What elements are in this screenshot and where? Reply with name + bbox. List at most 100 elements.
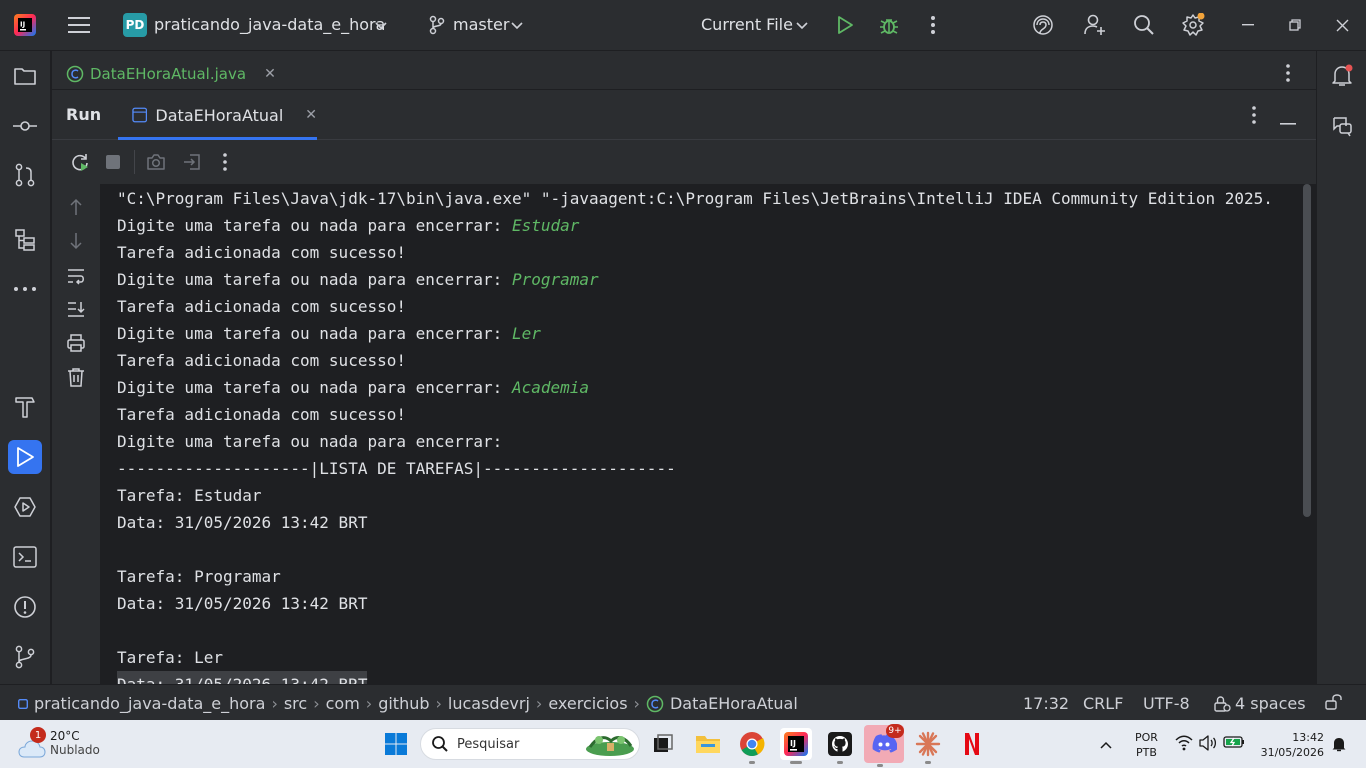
run-panel-more-icon[interactable] [1252, 106, 1256, 128]
read-only-lock-icon[interactable] [1325, 694, 1343, 714]
chevron-down-icon[interactable] [373, 14, 389, 38]
console-output-text: Tarefa adicionada com sucesso! [117, 405, 406, 424]
services-icon[interactable] [8, 490, 42, 524]
file-encoding[interactable]: UTF-8 [1143, 694, 1190, 713]
ai-assistant-icon[interactable] [1031, 13, 1055, 37]
breadcrumb-item[interactable]: exercicios [548, 694, 627, 713]
breadcrumb-item[interactable]: DataEHoraAtual [670, 694, 798, 713]
run-config-selector[interactable]: Current File [701, 15, 793, 34]
exit-icon[interactable] [180, 150, 204, 174]
notifications-bell-icon[interactable] [1327, 61, 1357, 91]
more-options-icon[interactable] [921, 13, 945, 37]
project-folder-icon[interactable] [8, 59, 42, 93]
soft-wrap-icon[interactable] [64, 264, 88, 288]
breadcrumb-item[interactable]: lucasdevrj [448, 694, 530, 713]
weather-text[interactable]: 20°C Nublado [50, 729, 100, 757]
settings-gear-icon[interactable] [1181, 13, 1205, 37]
breadcrumb-item[interactable]: praticando_java-data_e_hora [34, 694, 265, 713]
volume-icon[interactable] [1199, 735, 1217, 755]
battery-charging-icon[interactable] [1223, 735, 1245, 753]
console-line: Digite uma tarefa ou nada para encerrar:… [117, 212, 579, 239]
project-badge[interactable]: PD [123, 13, 147, 37]
wifi-icon[interactable] [1175, 735, 1193, 755]
restore-icon[interactable] [1283, 13, 1307, 37]
chrome-icon[interactable] [736, 728, 768, 764]
console-line: Tarefa adicionada com sucesso! [117, 401, 406, 428]
console-output-text: Data: 31/05/2026 13:42 BRT [117, 513, 368, 532]
console-line: Tarefa adicionada com sucesso! [117, 347, 406, 374]
claude-icon[interactable] [912, 728, 944, 764]
svg-text:IJ: IJ [790, 739, 796, 748]
console-output[interactable]: "C:\Program Files\Java\jdk-17\bin\java.e… [100, 184, 1316, 684]
breadcrumb-item[interactable]: github [378, 694, 429, 713]
close-tab-icon[interactable]: ✕ [264, 66, 276, 82]
file-explorer-icon[interactable] [692, 728, 724, 760]
clock[interactable]: 13:42 31/05/2026 [1258, 730, 1324, 760]
weather-widget[interactable]: 1 [16, 727, 46, 759]
chevron-down-icon[interactable] [509, 14, 525, 38]
hide-panel-icon[interactable] [1280, 114, 1296, 129]
clock-date: 31/05/2026 [1260, 746, 1324, 759]
chevron-down-icon[interactable] [794, 14, 810, 38]
discord-badge: 9+ [886, 724, 904, 738]
breadcrumb-separator-icon: › [271, 694, 278, 713]
version-control-icon[interactable] [8, 640, 42, 674]
search-placeholder: Pesquisar [457, 736, 520, 752]
project-name[interactable]: praticando_java-data_e_hora [154, 15, 385, 34]
run-toolbar-more-icon[interactable] [213, 150, 237, 174]
svg-text:IJ: IJ [20, 21, 25, 29]
scroll-to-end-icon[interactable] [64, 297, 88, 321]
camera-icon[interactable] [144, 150, 168, 174]
windows-start-icon[interactable] [380, 728, 412, 760]
build-hammer-icon[interactable] [8, 390, 42, 424]
run-icon[interactable] [833, 13, 857, 37]
run-tool-icon[interactable] [8, 440, 42, 474]
clock-time: 13:42 [1292, 731, 1324, 744]
discord-icon[interactable]: 9+ [864, 724, 904, 767]
print-icon[interactable] [64, 331, 88, 355]
clear-trash-icon[interactable] [64, 365, 88, 389]
commit-icon[interactable] [8, 109, 42, 143]
structure-icon[interactable] [8, 223, 42, 257]
scroll-down-icon[interactable] [64, 229, 88, 253]
line-ending[interactable]: CRLF [1083, 694, 1123, 713]
close-icon[interactable] [1330, 13, 1354, 37]
console-output-text: Tarefa adicionada com sucesso! [117, 243, 406, 262]
more-tools-icon[interactable] [8, 272, 42, 306]
show-hidden-icons-icon[interactable] [1100, 738, 1112, 753]
debug-icon[interactable] [877, 13, 901, 37]
github-desktop-icon[interactable] [824, 728, 856, 764]
breadcrumb-item[interactable]: src [284, 694, 307, 713]
run-tab-dataehoraatual[interactable]: DataEHoraAtual ✕ [118, 90, 317, 140]
pull-requests-icon[interactable] [8, 158, 42, 192]
search-icon[interactable] [1132, 13, 1156, 37]
minimize-icon[interactable] [1236, 13, 1260, 37]
caret-position[interactable]: 17:32 [1023, 694, 1069, 713]
branch-name[interactable]: master [453, 15, 509, 34]
problems-icon[interactable] [8, 590, 42, 624]
ai-chat-icon[interactable] [1327, 111, 1357, 141]
netflix-icon[interactable] [956, 728, 988, 760]
rerun-icon[interactable] [68, 150, 92, 174]
terminal-icon[interactable] [8, 540, 42, 574]
breadcrumb-item[interactable]: com [326, 694, 360, 713]
console-line: Digite uma tarefa ou nada para encerrar:… [117, 266, 599, 293]
console-line: Tarefa adicionada com sucesso! [117, 239, 406, 266]
scroll-up-icon[interactable] [64, 195, 88, 219]
main-menu-icon[interactable] [67, 13, 91, 37]
input-language[interactable]: POR PTB [1135, 730, 1158, 760]
notification-center-icon[interactable] [1331, 736, 1347, 756]
stop-icon[interactable] [101, 150, 125, 174]
indent-setting[interactable]: 4 spaces [1213, 694, 1306, 713]
editor-tab-dataehoraatual[interactable]: DataEHoraAtual.java ✕ [66, 65, 276, 83]
add-user-icon[interactable] [1083, 13, 1107, 37]
console-output-text: Digite uma tarefa ou nada para encerrar: [117, 270, 512, 289]
close-run-tab-icon[interactable]: ✕ [305, 107, 317, 123]
intellij-taskbar-icon[interactable]: IJ [780, 728, 812, 764]
intellij-logo-icon[interactable]: IJ [13, 13, 37, 37]
taskbar-search-box[interactable]: Pesquisar [420, 728, 640, 760]
git-branch-icon[interactable] [425, 13, 449, 37]
task-view-icon[interactable] [647, 728, 679, 760]
console-scrollbar[interactable] [1303, 184, 1311, 517]
editor-tabs-more-icon[interactable] [1286, 64, 1290, 86]
